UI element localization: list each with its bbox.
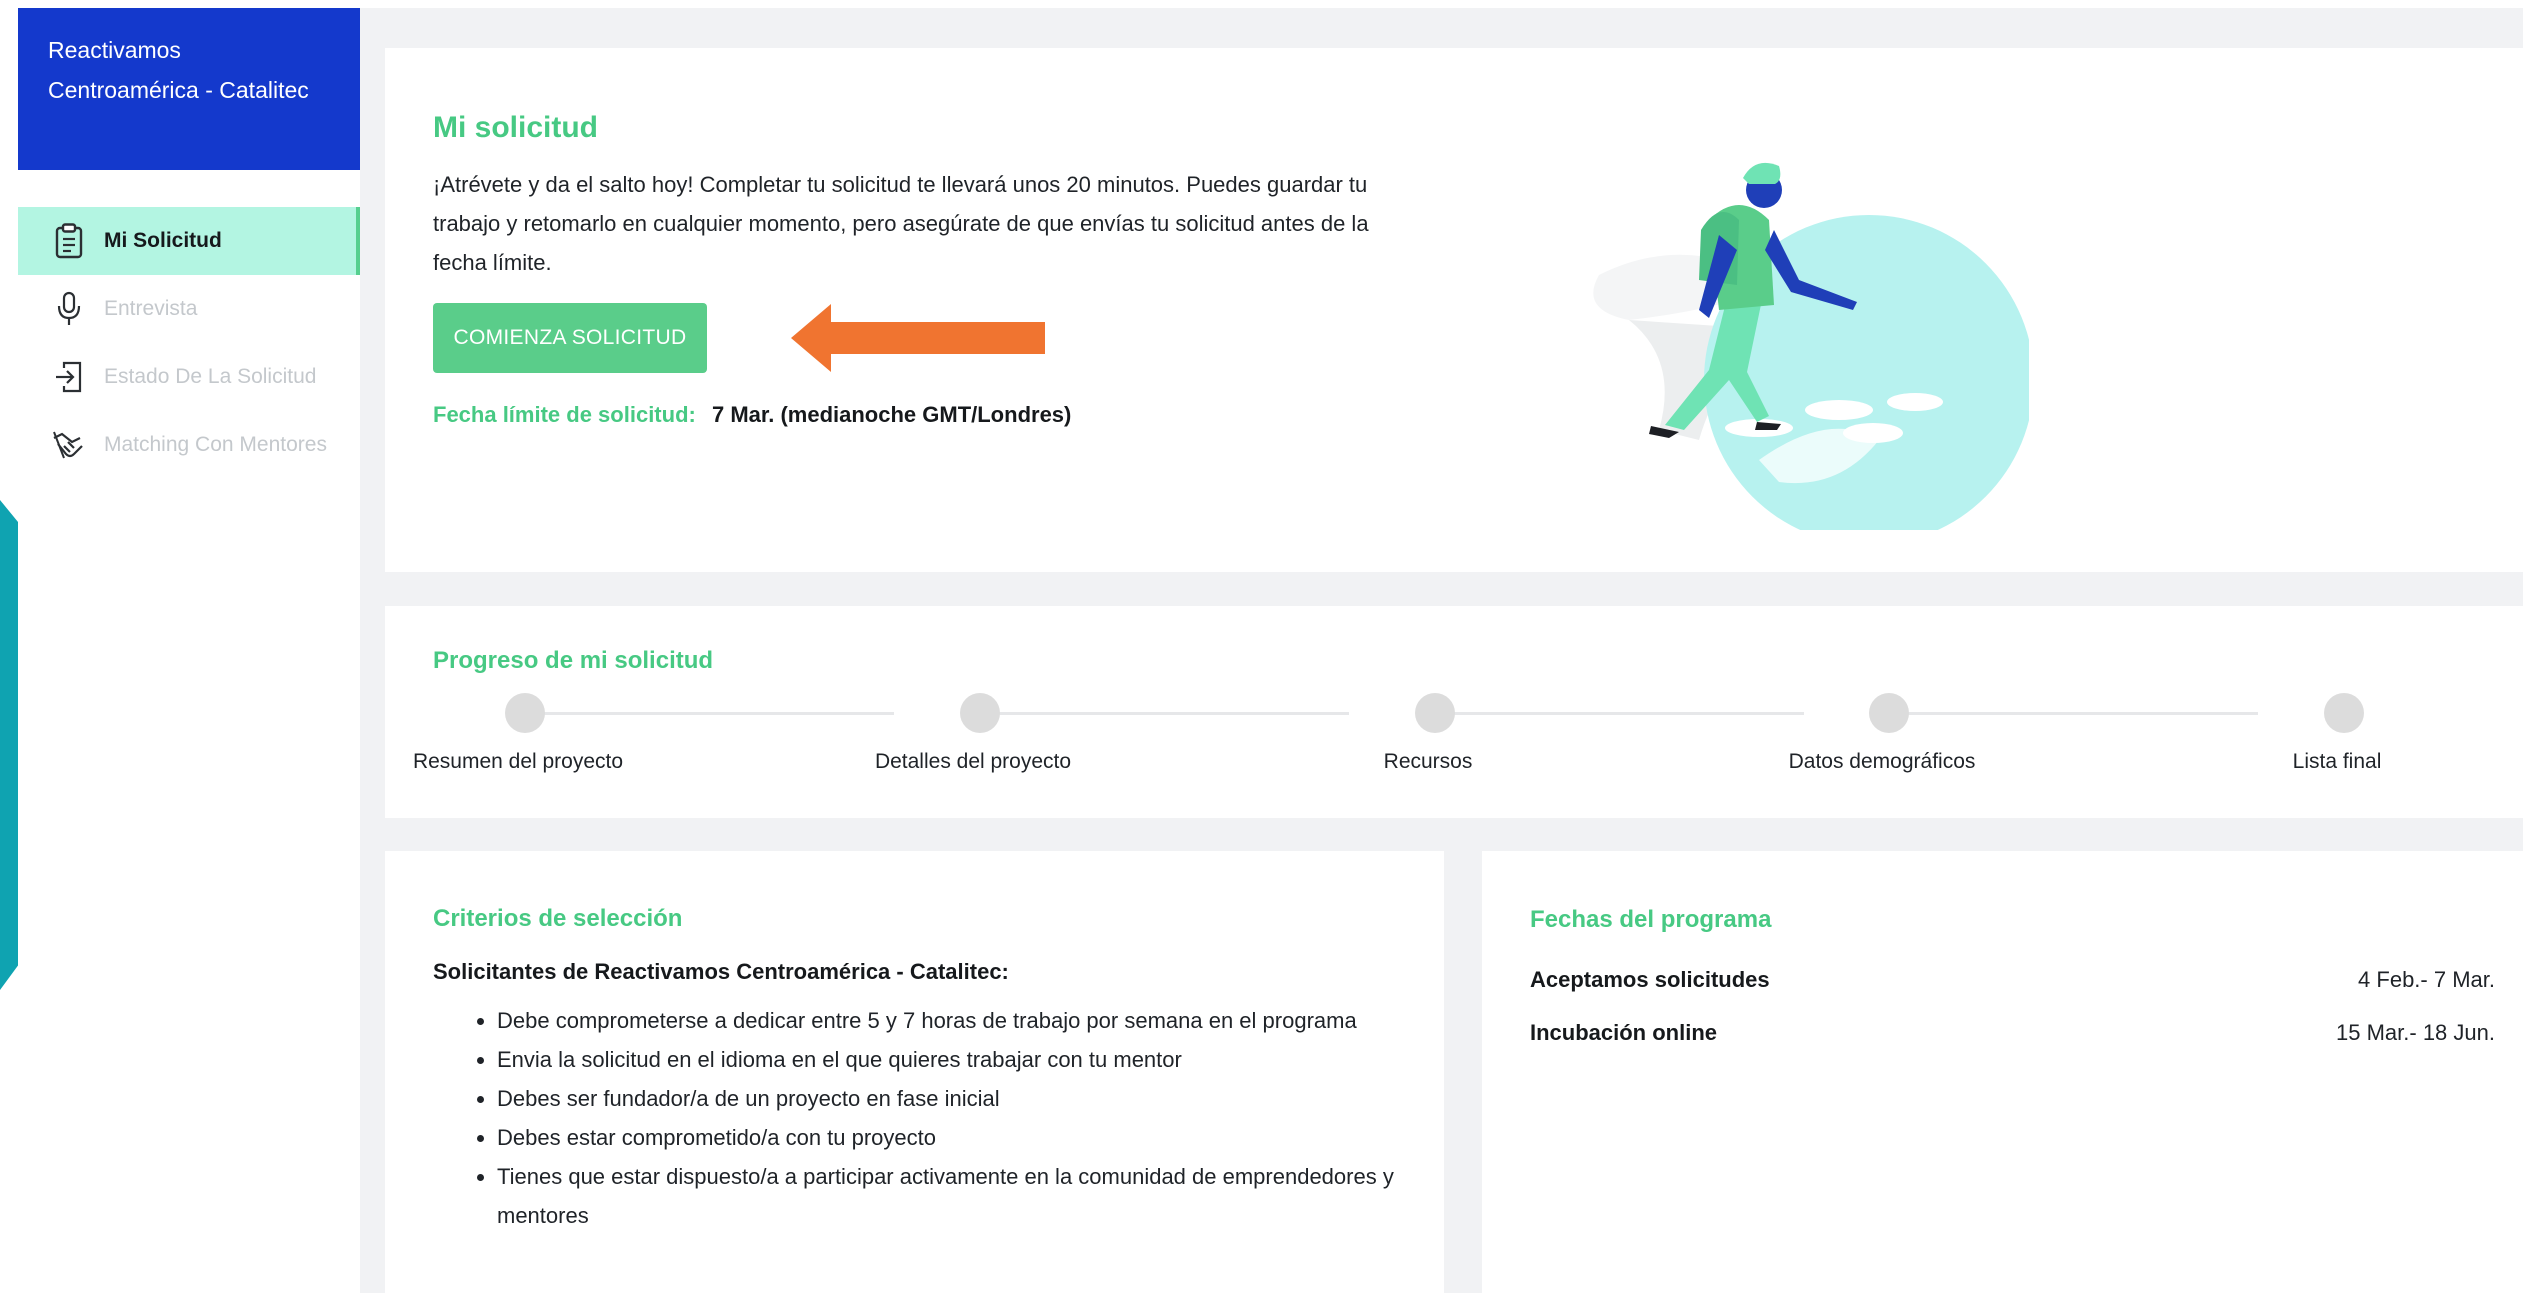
- intro-description: ¡Atrévete y da el salto hoy! Completar t…: [433, 172, 1369, 275]
- sidebar-item-matching-con-mentores[interactable]: Matching Con Mentores: [18, 411, 360, 479]
- microphone-icon: [52, 290, 86, 328]
- sidebar: Reactivamos Centroamérica - Catalitec Mi…: [0, 0, 360, 1293]
- start-application-button[interactable]: COMIENZA SOLICITUD: [433, 303, 707, 373]
- step-connector: [1882, 712, 2258, 715]
- step-4-indicator[interactable]: [1869, 693, 1909, 733]
- side-accent-decoration: [0, 500, 18, 990]
- clipboard-icon: [52, 222, 86, 260]
- step-label-recursos[interactable]: Recursos: [1384, 750, 1473, 774]
- step-connector: [518, 712, 894, 715]
- dates-title: Fechas del programa: [1530, 906, 1772, 933]
- walking-person-illustration: [1593, 162, 2029, 530]
- brand-name-line1: Reactivamos: [48, 37, 181, 63]
- sidebar-item-label: Estado De La Solicitud: [104, 365, 317, 388]
- program-dates-card: Fechas del programa Aceptamos solicitude…: [1482, 851, 2523, 1293]
- date-row-label: Aceptamos solicitudes: [1530, 967, 1770, 992]
- criteria-card: Criterios de selección Solicitantes de R…: [385, 851, 1444, 1293]
- main-content: Mi solicitud ¡Atrévete y da el salto hoy…: [360, 8, 2523, 1293]
- deadline-label: Fecha límite de solicitud:: [433, 402, 696, 427]
- arrow-left-icon: [791, 304, 1045, 372]
- date-row: Incubación online 15 Mar.- 18 Jun.: [1530, 1020, 2495, 1046]
- deadline: Fecha límite de solicitud: 7 Mar. (media…: [433, 402, 1071, 428]
- date-row-label: Incubación online: [1530, 1020, 1718, 1045]
- progress-card: Progreso de mi solicitud Resumen del pro…: [385, 606, 2523, 818]
- sign-in-icon: [52, 358, 86, 396]
- deadline-value: 7 Mar. (medianoche GMT/Londres): [711, 402, 1072, 427]
- list-item: Debes ser fundador/a de un proyecto en f…: [497, 1079, 1477, 1118]
- list-item: Debe comprometerse a dedicar entre 5 y 7…: [497, 1001, 1477, 1040]
- step-label-datos-demograficos[interactable]: Datos demográficos: [1789, 750, 1976, 774]
- criteria-list: Debe comprometerse a dedicar entre 5 y 7…: [433, 1001, 1477, 1235]
- sidebar-item-label: Mi Solicitud: [104, 229, 222, 252]
- step-5-indicator[interactable]: [2324, 693, 2364, 733]
- progress-steps: Resumen del proyecto Detalles del proyec…: [385, 606, 2523, 818]
- page-title: Mi solicitud: [433, 111, 598, 144]
- step-1-indicator[interactable]: [505, 693, 545, 733]
- criteria-subtitle: Solicitantes de Reactivamos Centroaméric…: [433, 959, 1009, 984]
- step-label-resumen[interactable]: Resumen del proyecto: [413, 750, 623, 774]
- sidebar-item-label: Matching Con Mentores: [104, 433, 327, 456]
- sidebar-item-entrevista[interactable]: Entrevista: [18, 275, 360, 343]
- step-label-lista-final[interactable]: Lista final: [2293, 750, 2382, 774]
- sidebar-item-estado-de-la-solicitud[interactable]: Estado De La Solicitud: [18, 343, 360, 411]
- step-2-indicator[interactable]: [960, 693, 1000, 733]
- date-row: Aceptamos solicitudes 4 Feb.- 7 Mar.: [1530, 967, 2495, 993]
- brand-name-line2: Centroamérica - Catalitec: [48, 77, 309, 103]
- step-3-indicator[interactable]: [1415, 693, 1455, 733]
- step-connector: [973, 712, 1349, 715]
- sidebar-item-mi-solicitud[interactable]: Mi Solicitud: [18, 207, 360, 275]
- list-item: Envia la solicitud en el idioma en el qu…: [497, 1040, 1477, 1079]
- sidebar-nav: Mi Solicitud Entrevista Estado De La Sol…: [18, 207, 360, 479]
- date-row-value: 4 Feb.- 7 Mar.: [2358, 967, 2495, 992]
- step-label-detalles[interactable]: Detalles del proyecto: [875, 750, 1071, 774]
- handshake-icon: [52, 426, 86, 464]
- step-connector: [1428, 712, 1804, 715]
- list-item: Debes estar comprometido/a con tu proyec…: [497, 1118, 1477, 1157]
- sidebar-item-label: Entrevista: [104, 297, 198, 320]
- intro-card: Mi solicitud ¡Atrévete y da el salto hoy…: [385, 48, 2523, 572]
- list-item: Tienes que estar dispuesto/a a participa…: [497, 1157, 1477, 1235]
- date-row-value: 15 Mar.- 18 Jun.: [2336, 1020, 2495, 1045]
- brand-logo-block[interactable]: Reactivamos Centroamérica - Catalitec: [18, 8, 360, 170]
- criteria-title: Criterios de selección: [433, 905, 683, 932]
